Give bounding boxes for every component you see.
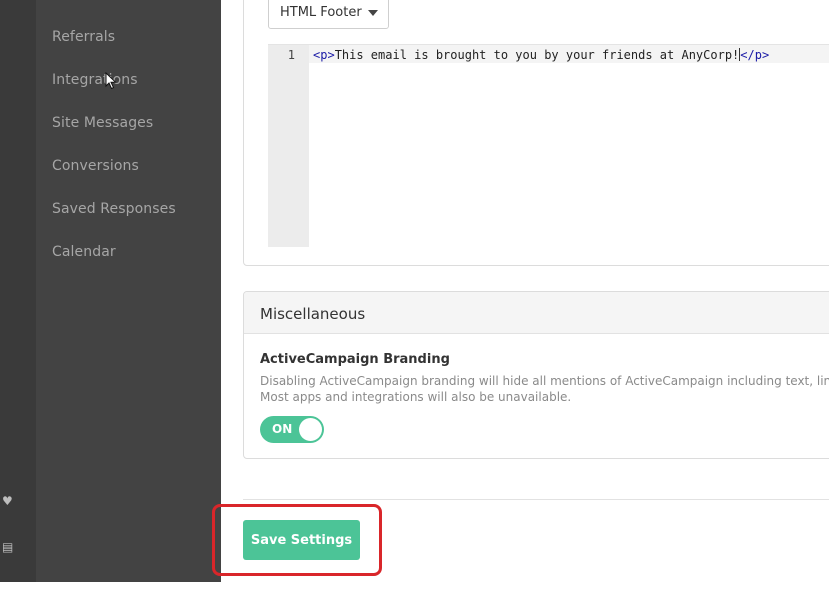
- branding-description-line-1: Disabling ActiveCampaign branding will h…: [260, 374, 829, 388]
- branding-description-line-2: Most apps and integrations will also be …: [260, 390, 572, 404]
- app-window: ♥ ▤ Referrals Integrations Site Messages…: [0, 0, 829, 590]
- settings-sidebar: Referrals Integrations Site Messages Con…: [36, 0, 221, 582]
- dropdown-value: HTML Footer: [280, 5, 362, 20]
- sidebar-item-integrations[interactable]: Integrations: [52, 72, 138, 88]
- sidebar-item-conversions[interactable]: Conversions: [52, 158, 139, 174]
- miscellaneous-card: Miscellaneous ActiveCampaign Branding Di…: [243, 291, 829, 459]
- footer-type-dropdown[interactable]: HTML Footer: [268, 0, 389, 29]
- window-bottom-edge: [0, 582, 221, 590]
- annotation-highlight-box: [212, 504, 382, 576]
- branding-description: Disabling ActiveCampaign branding will h…: [260, 373, 829, 405]
- code-editor[interactable]: 1 <p>This email is brought to you by you…: [268, 44, 829, 247]
- caret-down-icon: [368, 10, 378, 16]
- toggle-knob: [299, 418, 322, 441]
- code-content: This email is brought to you by your fri…: [334, 48, 740, 62]
- code-open-tag: <p>: [313, 48, 335, 62]
- line-gutter: 1: [268, 45, 309, 247]
- sidebar-item-site-messages[interactable]: Site Messages: [52, 115, 153, 131]
- sidebar-item-saved-responses[interactable]: Saved Responses: [52, 201, 176, 217]
- line-number: 1: [287, 48, 295, 62]
- code-line-text: <p>This email is brought to you by your …: [313, 48, 769, 62]
- miscellaneous-header: Miscellaneous: [244, 292, 829, 334]
- settings-main: HTML Footer 1 <p>This email is brought t…: [221, 0, 829, 590]
- sidebar-item-referrals[interactable]: Referrals: [52, 29, 115, 45]
- actions-divider: [243, 499, 829, 500]
- mouse-cursor-icon: [105, 72, 117, 90]
- branding-label: ActiveCampaign Branding: [260, 352, 450, 367]
- code-close-tag: </p>: [740, 48, 770, 62]
- branding-toggle[interactable]: ON: [260, 416, 324, 443]
- sidebar-item-calendar[interactable]: Calendar: [52, 244, 116, 260]
- miscellaneous-title: Miscellaneous: [260, 305, 366, 323]
- active-code-line[interactable]: <p>This email is brought to you by your …: [309, 45, 829, 63]
- toggle-label: ON: [272, 422, 293, 436]
- icon-rail: ♥ ▤: [0, 0, 36, 590]
- clipboard-icon[interactable]: ▤: [2, 541, 14, 553]
- heart-icon[interactable]: ♥: [2, 495, 14, 507]
